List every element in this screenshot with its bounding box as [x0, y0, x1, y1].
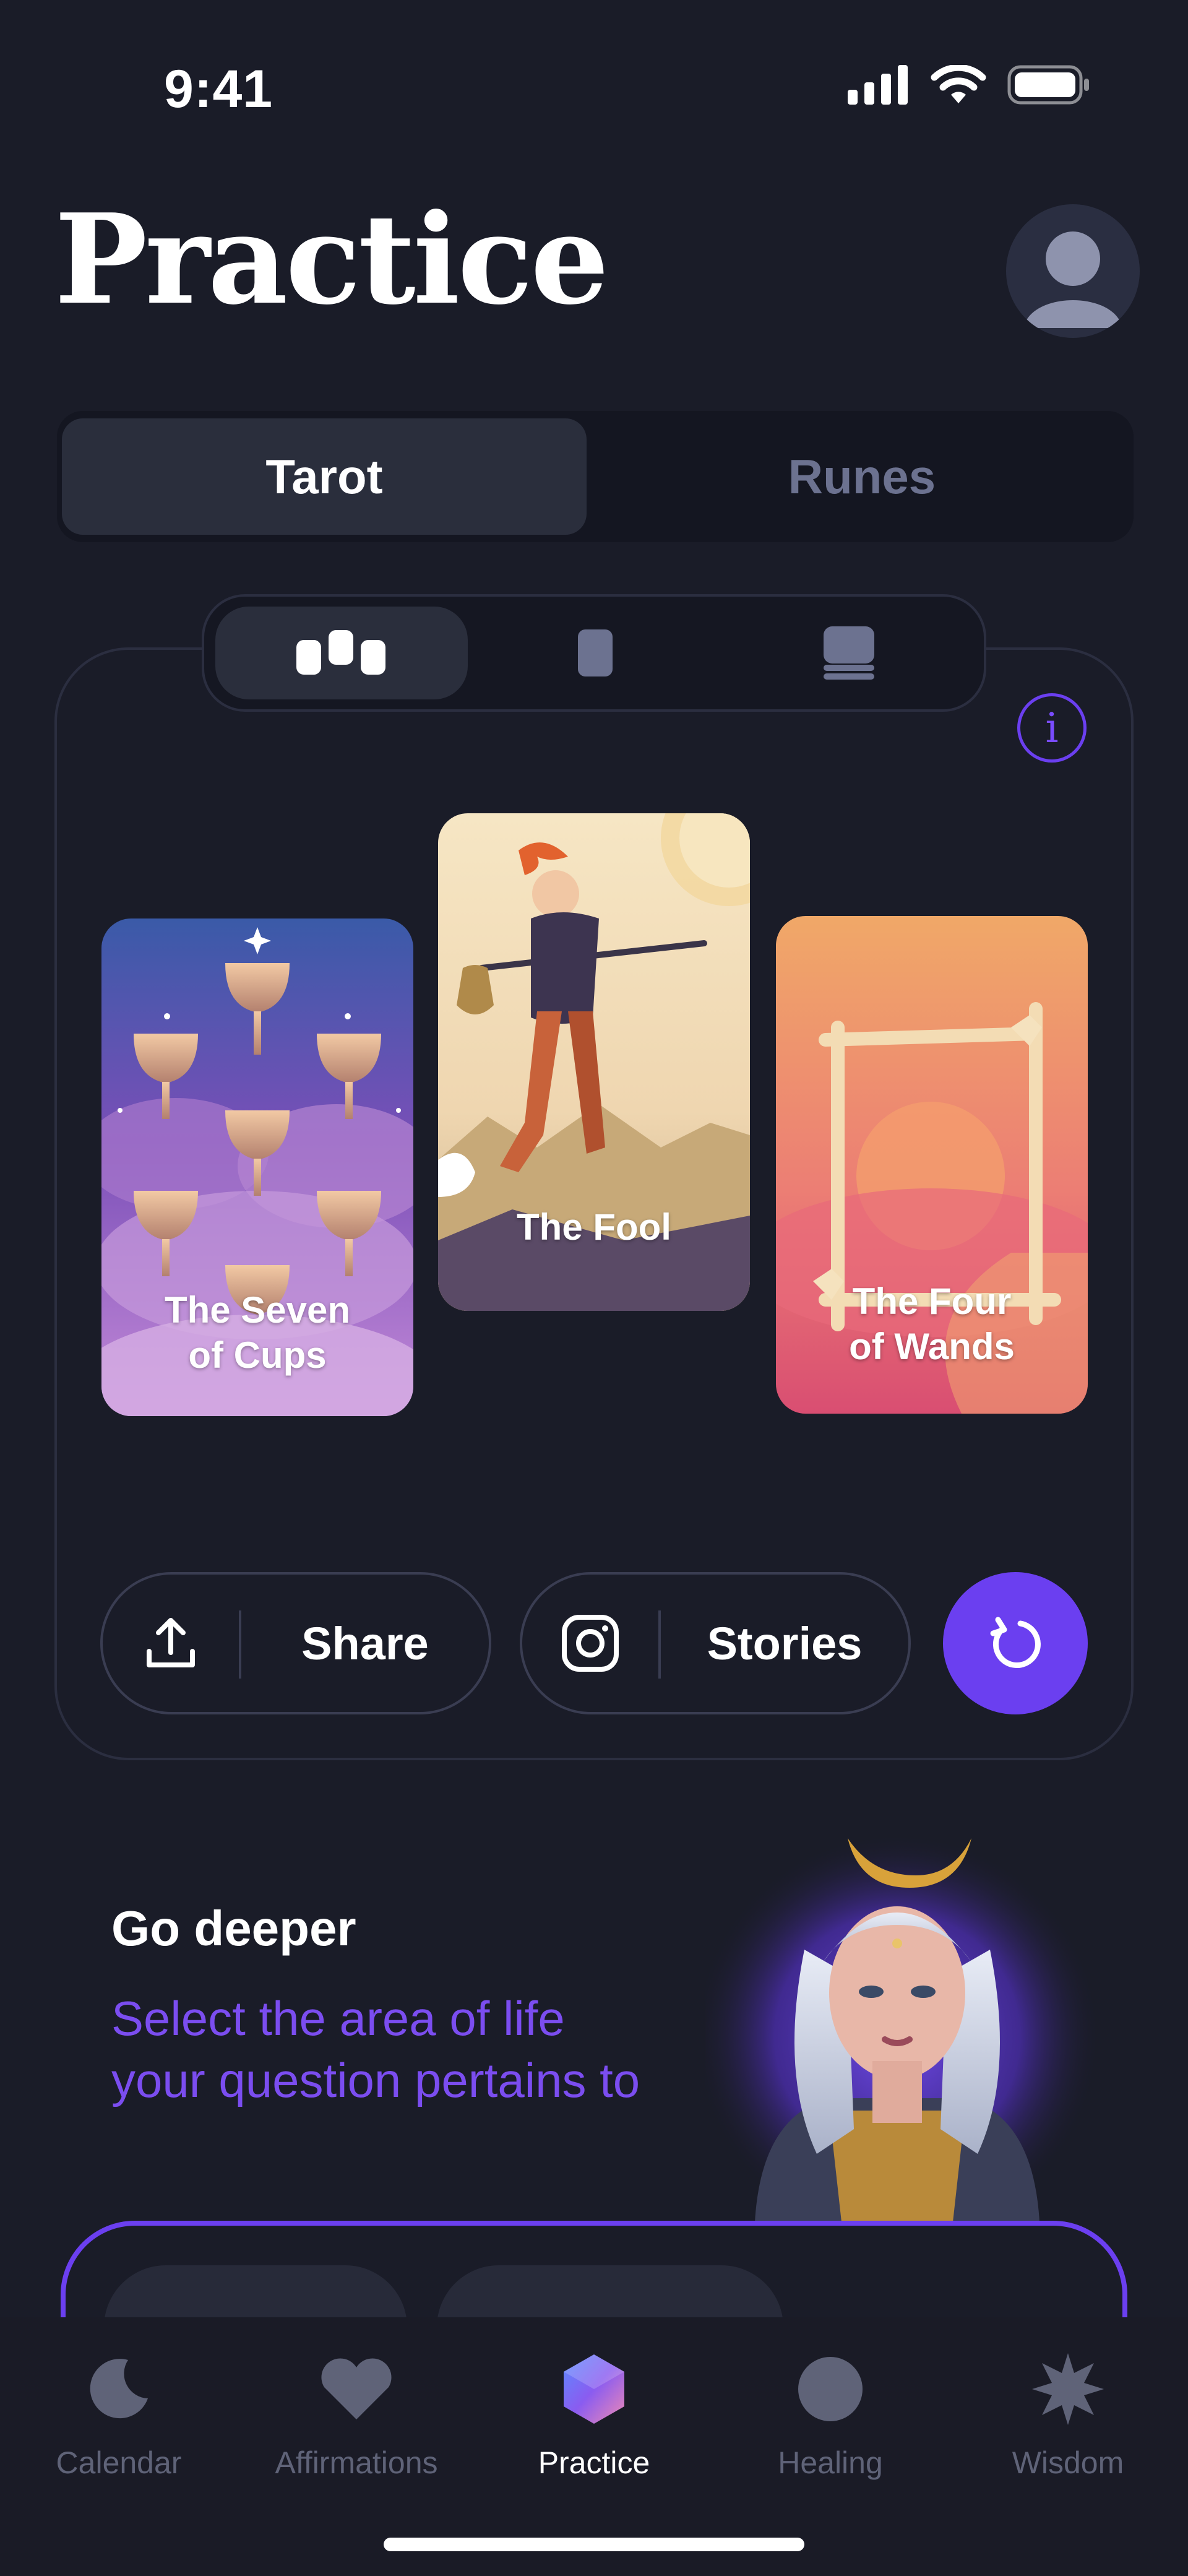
- tab-label: Calendar: [56, 2445, 182, 2480]
- single-card-icon: [578, 629, 613, 676]
- layout-switch: [202, 594, 986, 712]
- single-card-button[interactable]: [469, 607, 721, 699]
- card-title-line-2: of Cups: [188, 1334, 327, 1377]
- page-title: Practice: [54, 187, 609, 332]
- wifi-icon: [931, 65, 986, 103]
- go-deeper-title: Go deeper: [111, 1901, 356, 1956]
- tab-wisdom[interactable]: Wisdom: [957, 2340, 1179, 2481]
- instagram-icon: [562, 1615, 619, 1672]
- star-burst-icon: [1032, 2353, 1104, 2425]
- card-title-line-1: The Fool: [517, 1206, 671, 1248]
- card-label-four-of-wands: The Four of Wands: [776, 1279, 1088, 1369]
- card-seven-of-cups[interactable]: The Seven of Cups: [101, 918, 413, 1416]
- card-title-line-1: The Four: [852, 1281, 1012, 1322]
- reshuffle-button[interactable]: [943, 1572, 1088, 1714]
- deck-button[interactable]: [723, 607, 975, 699]
- share-button[interactable]: Share: [100, 1572, 491, 1714]
- spread-layout-button[interactable]: [215, 607, 468, 699]
- stories-button[interactable]: Stories: [520, 1572, 911, 1714]
- share-icon: [147, 1618, 195, 1667]
- moon-icon: [90, 2359, 148, 2419]
- tab-affirmations[interactable]: Affirmations: [245, 2340, 468, 2481]
- tarot-runes-segment: Tarot Runes: [57, 411, 1134, 542]
- info-button[interactable]: i: [1017, 693, 1087, 763]
- oracle-illustration: [693, 1826, 1114, 2241]
- share-label: Share: [301, 1617, 429, 1669]
- status-icons: [848, 65, 1090, 105]
- heart-icon: [321, 2358, 392, 2419]
- status-time: 9:41: [164, 59, 273, 119]
- card-title-line-2: of Wands: [849, 1326, 1015, 1368]
- cube-icon: [564, 2354, 624, 2424]
- tab-healing[interactable]: Healing: [719, 2340, 942, 2481]
- tab-calendar[interactable]: Calendar: [7, 2340, 230, 2481]
- tab-runes[interactable]: Runes: [595, 418, 1129, 535]
- tab-practice[interactable]: Practice: [483, 2340, 705, 2481]
- card-four-of-wands[interactable]: The Four of Wands: [776, 916, 1088, 1414]
- go-deeper-subtitle: Select the area of life your question pe…: [111, 1991, 640, 2107]
- signal-icon: [848, 65, 908, 105]
- battery-icon: [1007, 65, 1089, 105]
- avatar[interactable]: [1006, 204, 1140, 338]
- card-the-fool[interactable]: The Fool: [438, 813, 750, 1311]
- circle-icon: [798, 2357, 863, 2421]
- tab-tarot[interactable]: Tarot: [62, 418, 587, 535]
- oracle-figure-image: [693, 1832, 1101, 2241]
- card-label-the-fool: The Fool: [438, 1204, 750, 1250]
- stories-label: Stories: [707, 1617, 863, 1669]
- info-icon: i: [1045, 704, 1059, 752]
- card-title-line-1: The Seven: [164, 1289, 351, 1331]
- tab-label: Healing: [778, 2445, 883, 2480]
- tab-label: Affirmations: [275, 2445, 438, 2480]
- tab-label: Wisdom: [1012, 2445, 1124, 2480]
- home-indicator: [384, 2538, 804, 2551]
- card-label-seven-of-cups: The Seven of Cups: [101, 1287, 413, 1378]
- tab-label: Practice: [538, 2445, 650, 2480]
- spread-layout-icon: [296, 630, 385, 675]
- refresh-icon: [990, 1617, 1041, 1669]
- user-icon: [1023, 231, 1122, 328]
- deck-icon: [824, 626, 874, 680]
